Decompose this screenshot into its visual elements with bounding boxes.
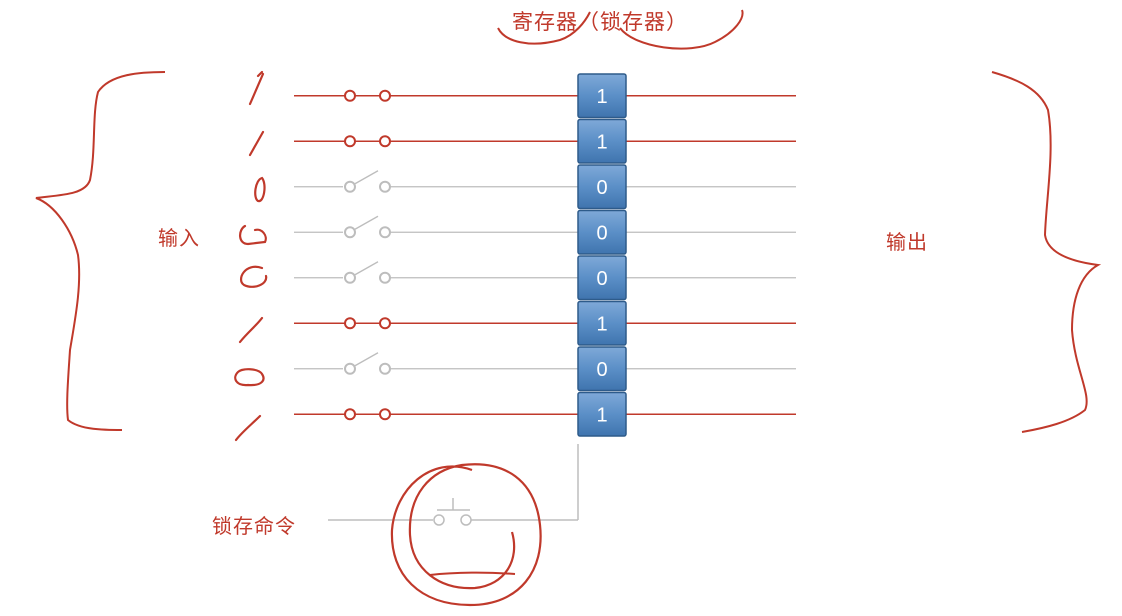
switch-terminal-left [344,180,356,193]
push-button-terminal-right [460,514,472,526]
switch-terminal-left [344,271,356,284]
handwritten-digit-0 [234,368,265,387]
switch-terminal-left [344,317,356,330]
register-cell-value: 0 [596,222,607,244]
switch-terminal-left [344,89,356,102]
switch-open-blade [354,352,379,367]
register-diagram: 1 1 0 0 0 1 0 1 [35,9,1102,607]
output-brace [991,71,1102,433]
switch-terminal-left [344,408,356,421]
register-cell-value: 1 [596,313,607,335]
latch-command-circuit [328,444,579,526]
switch-terminal-right [379,271,391,284]
input-label: 输入 [158,226,200,250]
output-label: 输出 [886,230,928,254]
bit-row [294,89,796,102]
switch-open-blade [354,215,379,230]
bit-row [294,408,796,421]
handwritten-digit-0 [239,265,268,288]
register-cell-value: 0 [596,177,607,199]
bit-rows [294,89,796,421]
switch-open-blade [354,170,379,185]
register-cell-value: 0 [596,268,607,290]
title-label: 寄存器（锁存器） [512,10,688,34]
switch-terminal-right [379,135,391,148]
input-brace [35,71,166,431]
handwritten-digit-0 [254,176,266,203]
register-cell-value: 1 [596,131,607,153]
handwritten-digit-1 [248,70,265,106]
register-cell-value: 0 [596,359,607,381]
switch-terminal-right [379,226,391,239]
push-button-terminal-left [433,514,445,526]
switch-terminal-right [379,89,391,102]
switch-terminal-right [379,317,391,330]
bit-row [294,352,796,375]
handwritten-input-digits [234,70,268,442]
register-cells: 1 1 0 0 0 1 0 1 [577,73,627,437]
switch-terminal-right [379,362,391,375]
switch-terminal-left [344,226,356,239]
handwritten-digit-0 [239,224,267,246]
handwritten-digit-1 [234,414,262,442]
bit-row [294,170,796,193]
bit-row [294,135,796,148]
register-cell-value: 1 [596,86,607,108]
bit-row [294,317,796,330]
switch-terminal-left [344,362,356,375]
switch-terminal-right [379,408,391,421]
push-button-highlight-circle [390,463,542,607]
switch-terminal-left [344,135,356,148]
handwritten-digit-1 [238,316,264,344]
bit-row [294,215,796,239]
register-cell-value: 1 [596,404,607,426]
switch-terminal-right [379,180,391,193]
switch-open-blade [354,261,379,276]
handwritten-digit-1 [248,130,265,157]
latch-command-label: 锁存命令 [212,514,296,538]
bit-row [294,261,796,284]
